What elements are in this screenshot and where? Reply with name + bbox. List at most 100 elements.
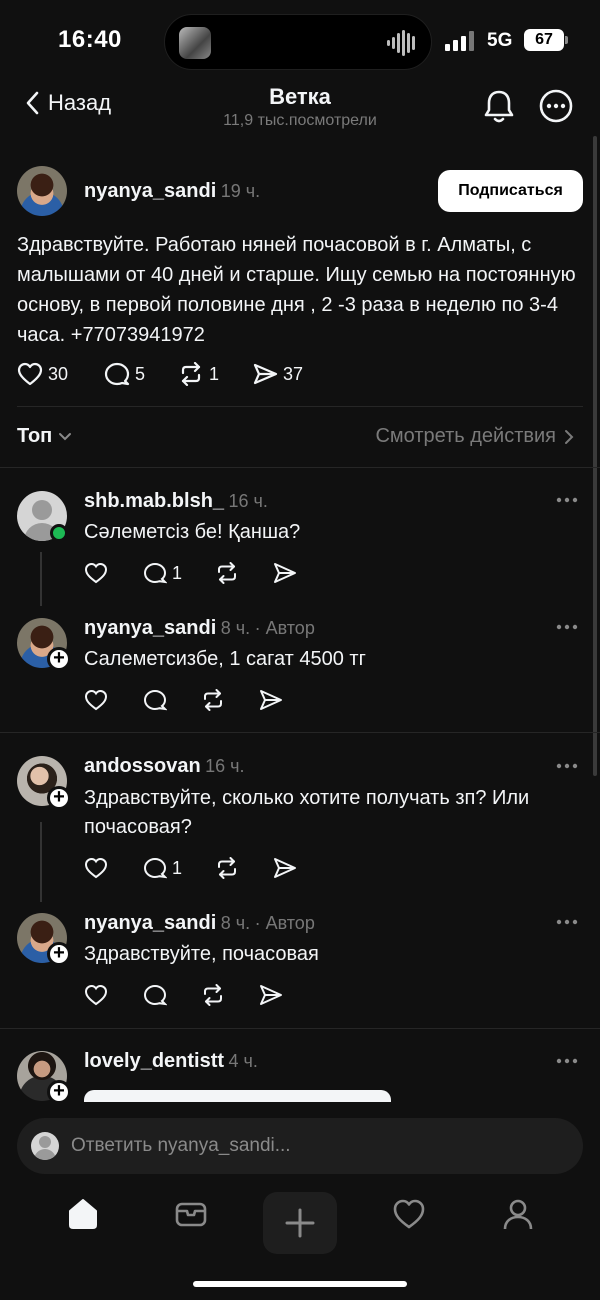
view-activity-label: Смотреть действия (375, 425, 556, 447)
heart-icon[interactable] (392, 1197, 426, 1231)
repost-button[interactable] (201, 984, 225, 1006)
more-options-icon[interactable] (556, 1055, 578, 1067)
plus-icon (285, 1208, 315, 1238)
comment-text: Салеметсизбе, 1 сагат 4500 тг (84, 648, 366, 670)
comment-time: 16 ч. (228, 491, 268, 511)
repost-count: 1 (209, 363, 220, 384)
thread-line (40, 822, 42, 902)
comment-icon (104, 362, 130, 386)
like-button[interactable]: 30 (17, 362, 68, 386)
heart-icon (84, 689, 108, 711)
scrollbar[interactable] (593, 136, 597, 776)
comment-author: nyanya_sandi 8 ч. · Автор (84, 617, 315, 640)
share-count: 37 (283, 363, 304, 384)
repost-icon (204, 689, 222, 711)
comment-time: 16 ч. (205, 756, 245, 776)
reply-input[interactable]: Ответить nyanya_sandi... (17, 1118, 583, 1174)
like-button[interactable] (84, 689, 108, 711)
author-badge: · Автор (254, 618, 315, 638)
cellular-signal-icon (445, 31, 474, 51)
more-options-icon[interactable] (556, 916, 578, 928)
comment-icon (143, 857, 167, 879)
battery-indicator: 67 (524, 29, 568, 51)
comment-time: 8 ч. (220, 618, 251, 638)
reply-placeholder: Ответить nyanya_sandi... (71, 1135, 291, 1156)
username[interactable]: nyanya_sandi (84, 180, 216, 202)
divider (17, 406, 583, 407)
reply-count: 1 (172, 562, 183, 583)
now-playing-artwork (179, 27, 211, 59)
follow-plus-icon[interactable]: + (47, 1080, 71, 1104)
heart-icon (17, 362, 43, 386)
share-button[interactable] (273, 857, 297, 879)
divider (0, 732, 600, 733)
share-button[interactable] (259, 984, 283, 1006)
share-icon (274, 563, 296, 583)
comment-author: lovely_dentistt 4 ч. (84, 1050, 258, 1073)
comment-button[interactable] (143, 984, 167, 1006)
divider (0, 467, 600, 468)
comment-button[interactable] (143, 689, 167, 711)
username[interactable]: shb.mab.blsh_ (84, 490, 224, 512)
share-icon (260, 690, 282, 710)
username[interactable]: lovely_dentistt (84, 1050, 224, 1072)
reply-count: 1 (172, 857, 183, 878)
more-options-icon[interactable] (556, 760, 578, 772)
like-count: 30 (48, 363, 69, 384)
username[interactable]: nyanya_sandi (84, 617, 216, 639)
username[interactable]: nyanya_sandi (84, 912, 216, 934)
compose-button[interactable] (263, 1192, 337, 1254)
more-options-icon[interactable] (556, 494, 578, 506)
repost-button[interactable]: 1 (178, 362, 219, 386)
share-icon (260, 985, 282, 1005)
comment-text: Здравствуйте, почасовая (84, 943, 319, 965)
comment-icon (143, 562, 167, 584)
like-button[interactable] (84, 857, 108, 879)
like-button[interactable] (84, 562, 108, 584)
follow-plus-icon[interactable]: + (47, 647, 71, 671)
sort-label: Топ (17, 425, 53, 447)
bell-icon[interactable] (482, 88, 516, 124)
like-button[interactable] (84, 984, 108, 1006)
view-activity-link[interactable]: Смотреть действия (375, 425, 574, 448)
repost-button[interactable] (215, 562, 239, 584)
comment-button[interactable]: 5 (104, 362, 145, 386)
home-icon[interactable] (66, 1197, 100, 1231)
more-circle-icon[interactable] (538, 88, 574, 124)
follow-plus-icon[interactable]: + (47, 786, 71, 810)
repost-icon (218, 857, 236, 879)
avatar[interactable] (17, 166, 67, 216)
chevron-right-icon (565, 429, 574, 444)
comment-button[interactable]: 1 (143, 562, 182, 584)
comment-author: nyanya_sandi 8 ч. · Автор (84, 912, 315, 935)
sort-dropdown[interactable]: Топ (17, 425, 72, 448)
network-label: 5G (487, 30, 513, 51)
comment-time: 4 ч. (228, 1051, 258, 1071)
share-icon (253, 363, 278, 385)
username[interactable]: andossovan (84, 755, 201, 777)
comment-text: Здравствуйте, сколько хотите получать зп… (84, 787, 530, 838)
repost-button[interactable] (215, 857, 239, 879)
share-button[interactable] (259, 689, 283, 711)
battery-level: 67 (524, 29, 564, 51)
repost-icon (218, 562, 236, 584)
inbox-icon[interactable] (174, 1197, 208, 1231)
heart-icon (84, 562, 108, 584)
comment-count: 5 (135, 363, 146, 384)
more-options-icon[interactable] (556, 621, 578, 633)
share-icon (274, 858, 296, 878)
comment-button[interactable]: 1 (143, 857, 182, 879)
post-time: 19 ч. (220, 181, 261, 201)
repost-icon (204, 984, 222, 1006)
follow-button[interactable]: Подписаться (438, 170, 583, 212)
online-status-indicator (50, 524, 68, 542)
avatar (31, 1132, 59, 1160)
repost-button[interactable] (201, 689, 225, 711)
comment-icon (143, 984, 167, 1006)
status-time: 16:40 (58, 26, 122, 53)
share-button[interactable]: 37 (252, 362, 303, 386)
share-button[interactable] (273, 562, 297, 584)
follow-plus-icon[interactable]: + (47, 942, 71, 966)
chevron-down-icon (59, 432, 72, 440)
profile-icon[interactable] (501, 1197, 535, 1231)
